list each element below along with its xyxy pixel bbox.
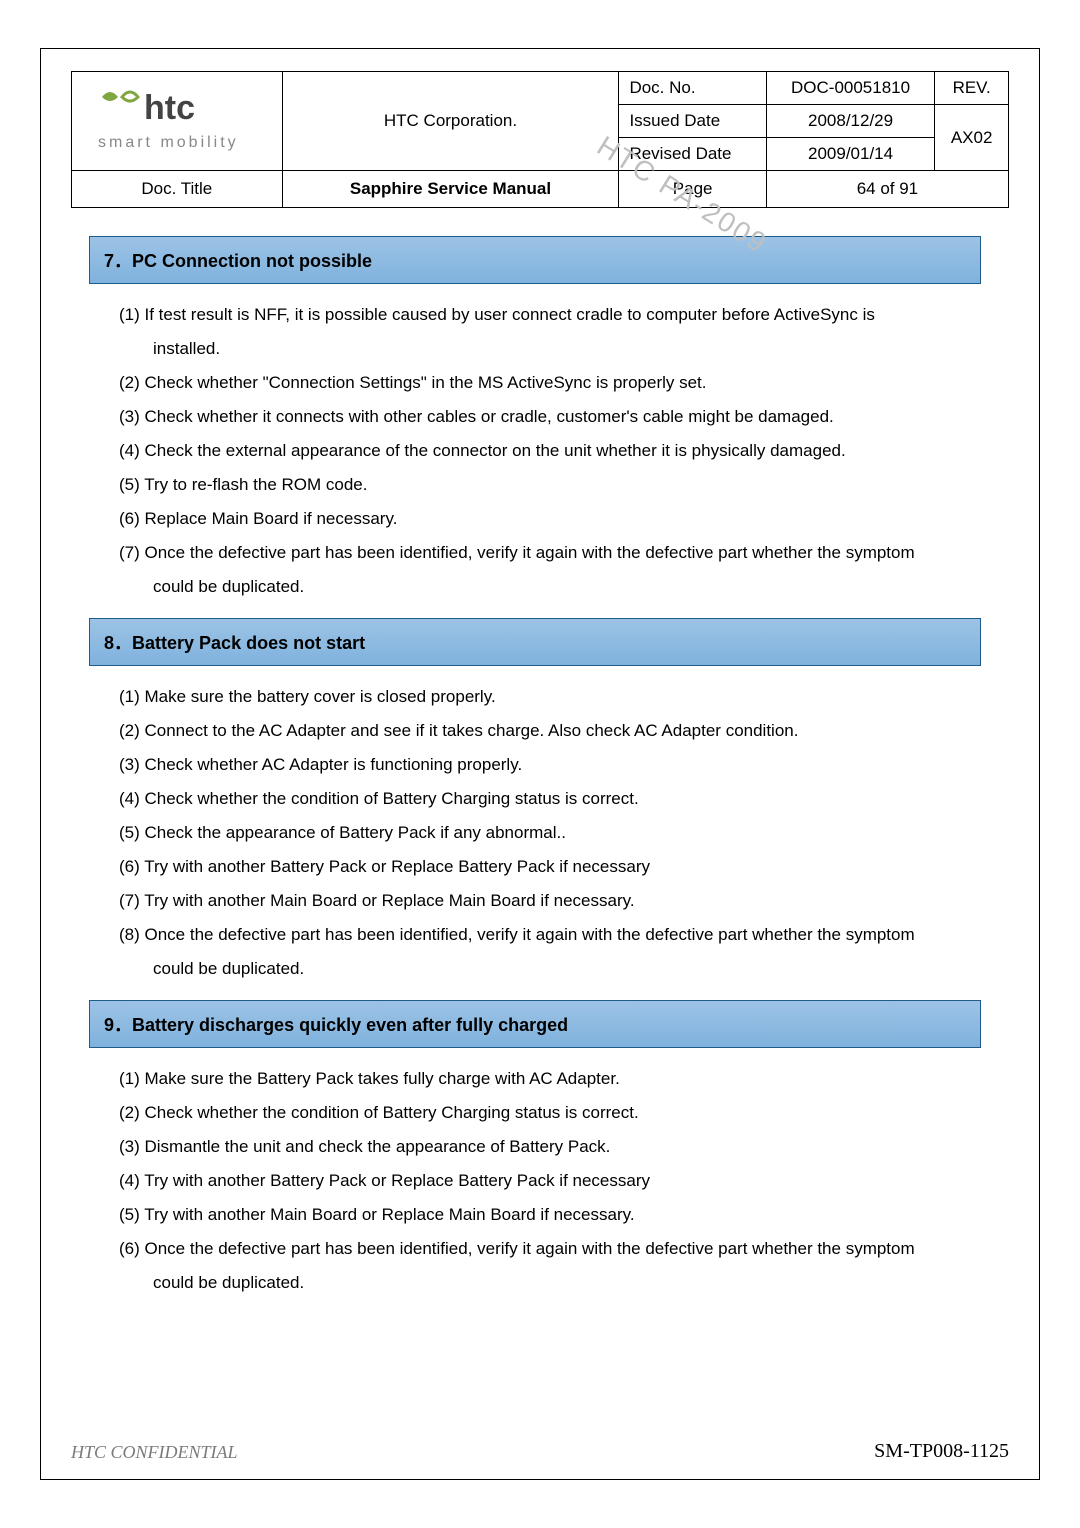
logo-brand-text: htc [144, 89, 195, 127]
page-value: 64 of 91 [766, 171, 1008, 208]
header-table: htc smart mobility HTC Corporation. Doc.… [71, 71, 1009, 208]
list-item: (8) Once the defective part has been ide… [119, 918, 969, 952]
revised-date-value: 2009/01/14 [766, 138, 934, 171]
list-item: (7) Try with another Main Board or Repla… [119, 884, 969, 918]
list-item: could be duplicated. [119, 952, 969, 986]
list-item: (4) Check whether the condition of Batte… [119, 782, 969, 816]
list-item: (3) Dismantle the unit and check the app… [119, 1130, 969, 1164]
doc-no-label: Doc. No. [619, 72, 766, 105]
confidential-text: HTC CONFIDENTIAL [71, 1442, 238, 1463]
list-item: (4) Try with another Battery Pack or Rep… [119, 1164, 969, 1198]
page-label: Page [619, 171, 766, 208]
list-item: (6) Try with another Battery Pack or Rep… [119, 850, 969, 884]
section-9-content: (1) Make sure the Battery Pack takes ful… [71, 1056, 1009, 1310]
rev-label: REV. [935, 72, 1009, 105]
list-item: installed. [119, 332, 969, 366]
list-item: could be duplicated. [119, 1266, 969, 1300]
list-item: could be duplicated. [119, 570, 969, 604]
section-9-header: 9．Battery discharges quickly even after … [89, 1000, 981, 1048]
list-item: (6) Replace Main Board if necessary. [119, 502, 969, 536]
sm-code: SM-TP008-1125 [874, 1440, 1009, 1463]
list-item: (5) Try with another Main Board or Repla… [119, 1198, 969, 1232]
list-item: (1) Make sure the Battery Pack takes ful… [119, 1062, 969, 1096]
doc-title-label: Doc. Title [72, 171, 283, 208]
doc-title-value: Sapphire Service Manual [282, 171, 619, 208]
page-frame: HTC PA-2009 htc smart mobility HTC Corpo… [40, 48, 1040, 1480]
list-item: (5) Try to re-flash the ROM code. [119, 468, 969, 502]
section-7-content: (1) If test result is NFF, it is possibl… [71, 292, 1009, 614]
section-8-header: 8．Battery Pack does not start [89, 618, 981, 666]
list-item: (1) If test result is NFF, it is possibl… [119, 298, 969, 332]
doc-no-value: DOC-00051810 [766, 72, 934, 105]
section-8-content: (1) Make sure the battery cover is close… [71, 674, 1009, 996]
section-7-header: 7．PC Connection not possible [89, 236, 981, 284]
list-item: (6) Once the defective part has been ide… [119, 1232, 969, 1266]
list-item: (5) Check the appearance of Battery Pack… [119, 816, 969, 850]
list-item: (2) Connect to the AC Adapter and see if… [119, 714, 969, 748]
list-item: (1) Make sure the battery cover is close… [119, 680, 969, 714]
list-item: (7) Once the defective part has been ide… [119, 536, 969, 570]
list-item: (2) Check whether "Connection Settings" … [119, 366, 969, 400]
list-item: (3) Check whether AC Adapter is function… [119, 748, 969, 782]
rev-value: AX02 [935, 105, 1009, 171]
issued-date-label: Issued Date [619, 105, 766, 138]
revised-date-label: Revised Date [619, 138, 766, 171]
list-item: (4) Check the external appearance of the… [119, 434, 969, 468]
list-item: (3) Check whether it connects with other… [119, 400, 969, 434]
logo-cell: htc smart mobility [72, 72, 283, 171]
corporation-name: HTC Corporation. [282, 72, 619, 171]
htc-logo-icon: htc smart mobility [92, 79, 262, 159]
logo-tagline-text: smart mobility [98, 134, 239, 151]
page-footer: HTC CONFIDENTIAL SM-TP008-1125 [71, 1440, 1009, 1463]
list-item: (2) Check whether the condition of Batte… [119, 1096, 969, 1130]
issued-date-value: 2008/12/29 [766, 105, 934, 138]
